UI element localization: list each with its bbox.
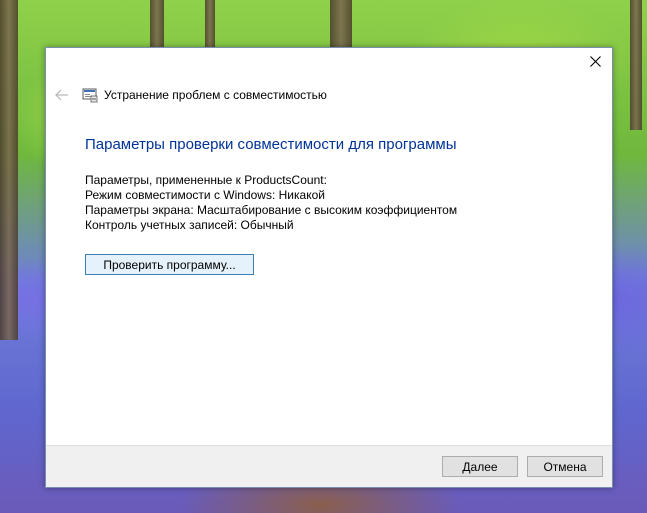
test-program-button[interactable]: Проверить программу...: [85, 254, 254, 275]
compatibility-params: Параметры, примененные к ProductsCount: …: [85, 173, 457, 233]
back-arrow-icon[interactable]: [54, 87, 70, 103]
tree-trunk: [330, 0, 352, 50]
close-icon: [589, 54, 601, 72]
tree-trunk: [205, 0, 215, 50]
cancel-button[interactable]: Отмена: [527, 456, 603, 477]
next-button[interactable]: Далее: [442, 456, 518, 477]
compatibility-troubleshooter-window: Устранение проблем с совместимостью Пара…: [45, 47, 613, 488]
wizard-header: Устранение проблем с совместимостью: [54, 86, 327, 104]
param-display: Параметры экрана: Масштабирование с высо…: [85, 203, 458, 217]
param-compat-mode: Режим совместимости с Windows: Никакой: [85, 188, 325, 202]
tree-trunk: [0, 0, 18, 340]
wizard-footer: Далее Отмена: [46, 445, 612, 487]
window-title: Устранение проблем с совместимостью: [104, 88, 327, 102]
param-uac: Контроль учетных записей: Обычный: [85, 218, 294, 232]
param-applied-to: Параметры, примененные к ProductsCount:: [85, 173, 327, 187]
page-heading: Параметры проверки совместимости для про…: [85, 136, 457, 153]
tree-trunk: [630, 0, 642, 130]
troubleshooter-icon: [82, 87, 98, 103]
close-button[interactable]: [578, 48, 612, 78]
